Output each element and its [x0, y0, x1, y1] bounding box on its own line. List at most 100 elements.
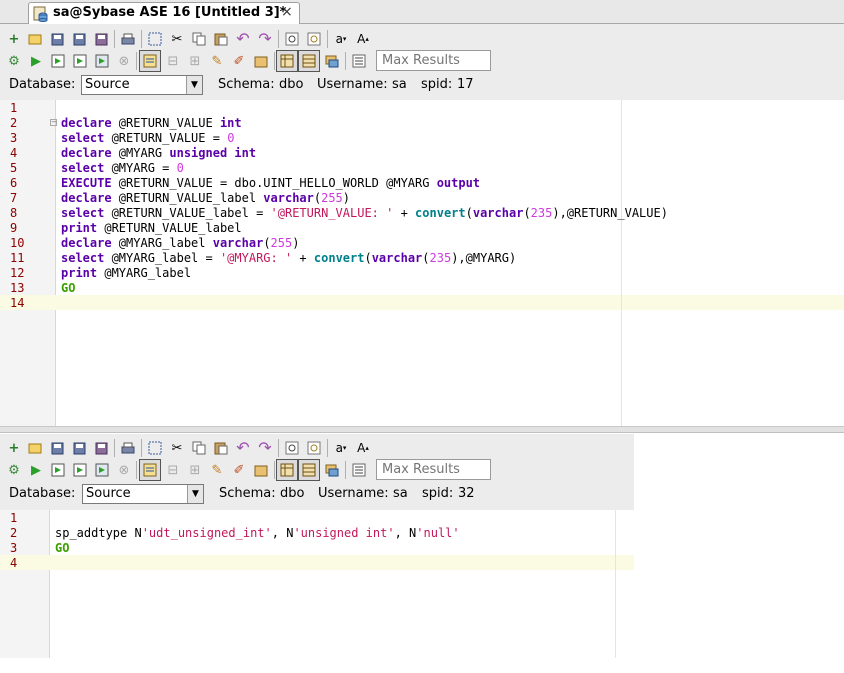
redo-icon[interactable]: ↷ [256, 439, 274, 457]
chevron-down-icon[interactable]: ▼ [186, 76, 202, 94]
code-token: @MYARG = [104, 161, 177, 175]
options-icon[interactable] [350, 461, 368, 479]
cut-icon[interactable]: ✂ [168, 30, 186, 48]
find-icon[interactable] [283, 30, 301, 48]
code-token: declare [61, 116, 112, 130]
find-replace-icon[interactable] [305, 439, 323, 457]
select-all-icon[interactable] [146, 439, 164, 457]
bottom-sql-editor[interactable]: 1234 sp_addtype N'udt_unsigned_int', N'u… [0, 510, 634, 658]
line-number: 14 [10, 296, 25, 310]
database-value: Source [85, 77, 130, 92]
execute-step-icon[interactable] [49, 52, 67, 70]
execute-icon[interactable]: ▶ [27, 461, 45, 479]
connection-info-row: Database: Source ▼ Schema: dbo Username:… [0, 483, 634, 505]
execute-selection-icon[interactable] [71, 52, 89, 70]
history-icon[interactable] [252, 461, 270, 479]
separator [278, 439, 279, 457]
execute-script-icon[interactable] [93, 461, 111, 479]
format-icon[interactable] [139, 50, 161, 72]
toolbar-row-1: + ✂ ↶ ↷ a ▾ A ▴ [0, 436, 634, 460]
database-select[interactable]: Source ▼ [81, 75, 203, 95]
paste-icon[interactable] [212, 439, 230, 457]
paste-icon[interactable] [212, 30, 230, 48]
execute-icon[interactable]: ▶ [27, 52, 45, 70]
results-grid-icon[interactable] [276, 459, 298, 481]
code-line: select @RETURN_VALUE = 0 [61, 131, 234, 145]
clear-icon[interactable]: ✎ [208, 461, 226, 479]
open-icon[interactable] [26, 439, 44, 457]
code-token: @RETURN_VALUE [111, 116, 220, 130]
max-results-input[interactable] [376, 50, 491, 71]
options-icon[interactable] [350, 52, 368, 70]
stop-icon[interactable]: ⊗ [115, 52, 133, 70]
code-token: varchar [371, 251, 423, 265]
copy-icon[interactable] [190, 30, 208, 48]
lowercase-icon[interactable]: a ▾ [332, 439, 350, 457]
connection-info-row: Database: Source ▼ Schema: dbo Username:… [0, 74, 844, 96]
code-line: print @RETURN_VALUE_label [61, 221, 242, 235]
separator [327, 439, 328, 457]
save-as-icon[interactable] [70, 30, 88, 48]
username-label: Username: [318, 486, 389, 501]
execute-selection-icon[interactable] [71, 461, 89, 479]
open-icon[interactable] [26, 30, 44, 48]
save-icon[interactable] [48, 30, 66, 48]
results-grid-icon[interactable] [276, 50, 298, 72]
fold-marker-icon[interactable]: − [50, 119, 57, 126]
code-token: sp_addtype N [55, 526, 142, 540]
settings-icon[interactable]: ⚙ [5, 461, 23, 479]
save-all-icon[interactable] [92, 30, 110, 48]
comment-icon[interactable]: ⊟ [164, 461, 182, 479]
execute-script-icon[interactable] [93, 52, 111, 70]
redo-icon[interactable]: ↷ [256, 30, 274, 48]
chevron-down-icon[interactable]: ▼ [187, 485, 203, 503]
code-line: declare @RETURN_VALUE_label varchar(255) [61, 191, 350, 205]
code-token: select [61, 161, 105, 175]
stop-icon[interactable]: ⊗ [115, 461, 133, 479]
code-token: select [61, 251, 105, 265]
format-icon[interactable] [139, 459, 161, 481]
settings-icon[interactable]: ⚙ [5, 52, 23, 70]
explain-icon[interactable]: ✐ [230, 461, 248, 479]
uncomment-icon[interactable]: ⊞ [186, 52, 204, 70]
max-results-input[interactable] [376, 459, 491, 480]
new-icon[interactable]: + [5, 30, 23, 48]
undo-icon[interactable]: ↶ [234, 30, 252, 48]
uppercase-icon[interactable]: A ▴ [354, 439, 372, 457]
undo-icon[interactable]: ↶ [234, 439, 252, 457]
code-line: print @MYARG_label [61, 266, 191, 280]
splitter[interactable] [0, 427, 844, 433]
results-text-icon[interactable] [298, 459, 320, 481]
select-all-icon[interactable] [146, 30, 164, 48]
editor-tab[interactable]: sa@Sybase ASE 16 [Untitled 3]* × [28, 2, 300, 24]
copy-icon[interactable] [190, 439, 208, 457]
find-icon[interactable] [283, 439, 301, 457]
code-token: @RETURN_VALUE_label = [104, 206, 271, 220]
new-icon[interactable]: + [5, 439, 23, 457]
database-select[interactable]: Source ▼ [82, 484, 204, 504]
save-icon[interactable] [48, 439, 66, 457]
find-replace-icon[interactable] [305, 30, 323, 48]
top-sql-editor[interactable]: 1 2 3 4 5 6 7 8 9 10 11 12 13 14 − declare @RETURN_VA… [0, 100, 844, 427]
export-icon[interactable] [323, 52, 341, 70]
print-icon[interactable] [119, 439, 137, 457]
comment-icon[interactable]: ⊟ [164, 52, 182, 70]
cut-icon[interactable]: ✂ [168, 439, 186, 457]
execute-step-icon[interactable] [49, 461, 67, 479]
lowercase-icon[interactable]: a ▾ [332, 30, 350, 48]
clear-icon[interactable]: ✎ [208, 52, 226, 70]
close-icon[interactable]: × [281, 4, 293, 20]
uppercase-icon[interactable]: A ▴ [354, 30, 372, 48]
code-token: unsigned int [169, 146, 257, 160]
line-number: 8 [10, 206, 18, 220]
uncomment-icon[interactable]: ⊞ [186, 461, 204, 479]
save-as-icon[interactable] [70, 439, 88, 457]
save-all-icon[interactable] [92, 439, 110, 457]
line-number: 11 [10, 251, 25, 265]
export-icon[interactable] [323, 461, 341, 479]
explain-icon[interactable]: ✐ [230, 52, 248, 70]
code-token: 0 [176, 161, 184, 175]
print-icon[interactable] [119, 30, 137, 48]
history-icon[interactable] [252, 52, 270, 70]
results-text-icon[interactable] [298, 50, 320, 72]
